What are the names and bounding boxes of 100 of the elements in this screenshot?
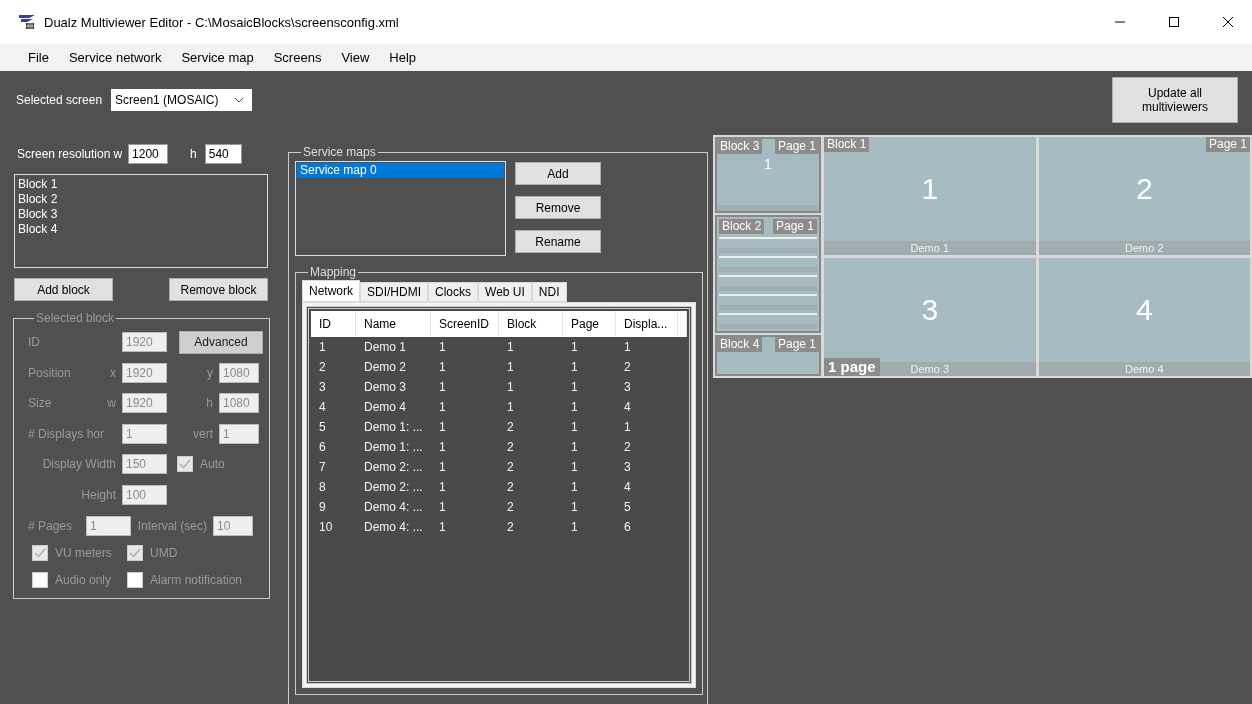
tab[interactable]: Web UI xyxy=(478,282,532,302)
table-cell-text: 4 xyxy=(318,400,327,414)
table-cell-text: 1 xyxy=(318,340,327,354)
column-header[interactable]: ScreenID xyxy=(431,311,499,337)
chevron-down-icon xyxy=(234,96,245,103)
table-cell-text: 10 xyxy=(318,520,334,534)
field-label: w xyxy=(113,147,123,161)
table-cell-text: 5 xyxy=(318,420,327,434)
table-cell-text: 1 xyxy=(570,460,579,474)
list-item[interactable]: Block 4 xyxy=(18,222,264,237)
menu-item[interactable]: Service map xyxy=(171,48,264,67)
table-cell-text: 2 xyxy=(506,480,515,494)
page-label: Page 1 xyxy=(1205,137,1250,152)
column-header[interactable]: Name xyxy=(356,311,431,337)
add-block-button[interactable]: Add block xyxy=(14,278,113,301)
checkbox-label: Audio only xyxy=(55,573,112,588)
table-cell-text: 1 xyxy=(438,480,447,494)
app-logo-icon xyxy=(18,14,36,30)
height-field[interactable]: 540 xyxy=(204,144,242,164)
table-cell-text: 1 xyxy=(438,520,447,534)
table-cell-text: 5 xyxy=(623,500,632,514)
field-label: Size xyxy=(28,396,53,411)
field-label: x xyxy=(109,365,117,380)
table-cell-text: 1 xyxy=(506,380,515,394)
block-label: Block 1 xyxy=(824,137,870,152)
tile-number: 1 xyxy=(764,156,772,172)
menu-item[interactable]: File xyxy=(18,48,59,67)
tab[interactable]: Clocks xyxy=(428,282,479,302)
table-cell-text: 1 xyxy=(438,380,447,394)
tile-number: 2 xyxy=(1135,172,1153,206)
block-label: Block 4 xyxy=(717,337,763,352)
field-label: vert xyxy=(192,426,214,441)
column-header[interactable]: Page xyxy=(563,311,616,337)
width-field[interactable]: 1200 xyxy=(128,144,169,164)
table-cell-text: 3 xyxy=(623,460,632,474)
table-cell-text: Demo 4: ... xyxy=(363,520,424,534)
list-item[interactable]: Block 3 xyxy=(18,207,264,222)
update-all-button[interactable]: Update all multiviewers xyxy=(1112,76,1238,123)
close-icon[interactable] xyxy=(1222,16,1234,28)
tile-caption: Demo 4 xyxy=(1125,363,1164,376)
table-cell-text: 1 xyxy=(570,420,579,434)
table-cell-text: 1 xyxy=(438,460,447,474)
tile-number: 4 xyxy=(1135,293,1153,327)
tile-caption: Demo 1 xyxy=(910,242,949,255)
checkbox-label: Alarm notification xyxy=(150,573,243,588)
tab[interactable]: SDI/HDMI xyxy=(360,282,428,302)
field-label: h xyxy=(190,147,197,161)
table-cell-text: 1 xyxy=(506,340,515,354)
checkbox-label: UMD xyxy=(150,546,178,561)
field-label: # Displays hor xyxy=(28,426,106,441)
maximize-icon[interactable] xyxy=(1168,16,1180,28)
column-header[interactable]: ID xyxy=(311,311,356,337)
field-label: w xyxy=(106,396,117,411)
service-map-button[interactable]: Rename xyxy=(515,230,601,253)
list-item[interactable]: Block 1 xyxy=(18,177,264,192)
table-cell-text: 2 xyxy=(623,360,632,374)
table-cell-text: 1 xyxy=(570,400,579,414)
table-cell-text: 2 xyxy=(506,440,515,454)
tile-caption: Demo 2 xyxy=(1125,242,1164,255)
field-label: Height xyxy=(80,487,117,502)
remove-block-button[interactable]: Remove block xyxy=(169,278,268,301)
column-header[interactable]: Block xyxy=(499,311,563,337)
table-cell-text: Demo 2 xyxy=(363,360,408,374)
page-label: Page 1 xyxy=(772,219,817,234)
menu-item[interactable]: Help xyxy=(379,48,427,67)
table-cell-text: 2 xyxy=(506,420,515,434)
table-cell-text: Demo 2: ... xyxy=(363,480,424,494)
field-label: y xyxy=(206,365,214,380)
service-map-button[interactable]: Add xyxy=(515,162,601,185)
field-label: h xyxy=(205,396,214,411)
table-cell-text: 6 xyxy=(623,520,632,534)
checkbox-label: Auto xyxy=(200,457,225,472)
service-map-button[interactable]: Remove xyxy=(515,196,601,219)
table-cell-text: Demo 4: ... xyxy=(363,500,424,514)
list-item[interactable]: Service map 0 xyxy=(297,163,504,178)
field-label: Position xyxy=(28,365,72,380)
column-header[interactable]: Displa... xyxy=(616,311,678,337)
table-cell-text: 1 xyxy=(570,440,579,454)
screen-dropdown[interactable]: Screen1 (MOSAIC) xyxy=(111,88,253,111)
table-cell-text: 1 xyxy=(506,360,515,374)
tile-number: 3 xyxy=(921,293,939,327)
field-label: Interval (sec) xyxy=(136,518,208,533)
menu-item[interactable]: Service network xyxy=(58,48,172,67)
table-cell-text: Demo 3 xyxy=(363,380,408,394)
group-title: Selected block xyxy=(35,311,116,325)
tile-number: 1 xyxy=(921,172,939,206)
table-cell-text: 2 xyxy=(318,360,327,374)
table-cell-text: 1 xyxy=(570,380,579,394)
list-item[interactable]: Block 2 xyxy=(18,192,264,207)
block-label: Block 2 xyxy=(719,219,765,234)
menu-item[interactable]: View xyxy=(331,48,380,67)
field-label: Selected screen xyxy=(16,92,103,107)
table-cell-text: 1 xyxy=(438,440,447,454)
group-title: Mapping xyxy=(309,265,358,279)
tab[interactable]: NDI xyxy=(531,282,567,302)
table-cell-text: 8 xyxy=(318,480,327,494)
menu-item[interactable]: Screens xyxy=(263,48,332,67)
field-label: Screen resolution xyxy=(17,147,111,161)
field-label: ID xyxy=(28,335,41,349)
tab[interactable]: Network xyxy=(302,280,360,302)
